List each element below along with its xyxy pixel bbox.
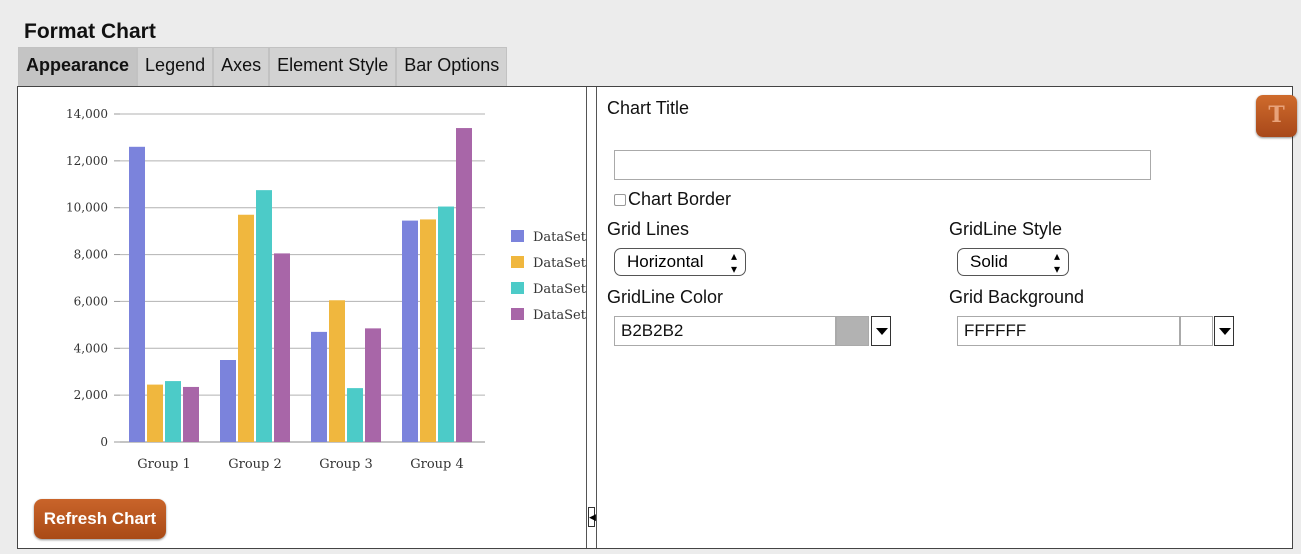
legend-swatch <box>511 282 524 294</box>
grid-background-input[interactable] <box>957 316 1180 346</box>
bar <box>256 190 272 442</box>
grid-background-dropdown-button[interactable] <box>1214 316 1234 346</box>
bar <box>147 384 163 442</box>
x-tick-label: Group 2 <box>228 457 282 472</box>
legend-label: DataSet <box>533 282 586 297</box>
y-tick-label: 2,000 <box>74 388 108 402</box>
bar <box>365 328 381 442</box>
tab-appearance[interactable]: Appearance <box>18 47 138 86</box>
gridline-style-select[interactable]: Solid ▴ ▾ <box>957 248 1069 276</box>
legend-swatch <box>511 256 524 268</box>
appearance-settings-pane: Chart Title T Chart Border Grid Lines Ho… <box>597 87 1297 548</box>
refresh-chart-button[interactable]: Refresh Chart <box>34 499 166 539</box>
grid-lines-select[interactable]: Horizontal ▴ ▾ <box>614 248 746 276</box>
bar <box>420 219 436 442</box>
y-tick-label: 8,000 <box>74 248 108 262</box>
tab-legend[interactable]: Legend <box>137 47 214 86</box>
dialog-title: Format Chart <box>24 20 156 43</box>
tab-bar: Appearance Legend Axes Element Style Bar… <box>18 47 508 86</box>
bar <box>238 214 254 442</box>
bar <box>456 128 472 443</box>
bar <box>438 206 454 442</box>
gridline-color-dropdown-button[interactable] <box>871 316 891 346</box>
bar <box>129 146 145 443</box>
select-arrows-icon: ▴ ▾ <box>730 249 737 276</box>
pane-splitter[interactable]: ◀ <box>587 87 597 548</box>
y-tick-label: 12,000 <box>66 154 108 168</box>
tab-bar-options[interactable]: Bar Options <box>396 47 508 86</box>
x-tick-label: Group 4 <box>410 457 464 472</box>
legend-swatch <box>511 230 524 242</box>
chart-title-input[interactable] <box>614 150 1151 180</box>
x-tick-label: Group 3 <box>319 457 373 472</box>
y-tick-label: 10,000 <box>66 201 108 215</box>
bar <box>402 220 418 442</box>
legend-label: DataSet <box>533 308 586 323</box>
title-format-button[interactable]: T <box>1256 95 1297 137</box>
grid-background-label: Grid Background <box>949 287 1085 307</box>
gridline-style-label: GridLine Style <box>949 219 1063 239</box>
bar <box>220 360 236 442</box>
legend-label: DataSet <box>533 230 586 245</box>
collapse-arrow-icon[interactable]: ◀ <box>588 507 596 527</box>
bar-chart: 0 2,000 4,000 6,000 8,000 10,000 12,000 14,000 G… <box>66 107 586 472</box>
bar <box>311 331 327 442</box>
chart-border-option: Chart Border <box>614 189 731 210</box>
chart-border-label: Chart Border <box>628 189 732 209</box>
grid-lines-label: Grid Lines <box>607 219 690 239</box>
gridline-style-value: Solid <box>970 252 1008 271</box>
bar <box>274 253 290 442</box>
y-tick-label: 0 <box>100 435 108 449</box>
tab-element-style[interactable]: Element Style <box>269 47 397 86</box>
x-tick-label: Group 1 <box>137 457 191 472</box>
legend-label: DataSet <box>533 256 586 271</box>
gridline-color-input[interactable] <box>614 316 836 346</box>
grid-lines-value: Horizontal <box>627 252 704 271</box>
gridline-color-swatch <box>836 316 869 346</box>
select-arrows-icon: ▴ ▾ <box>1053 249 1060 276</box>
chart-preview-pane: 0 2,000 4,000 6,000 8,000 10,000 12,000 14,000 G… <box>18 87 587 548</box>
gridline-color-label: GridLine Color <box>607 287 724 307</box>
tab-axes[interactable]: Axes <box>213 47 270 86</box>
y-tick-label: 14,000 <box>66 107 108 121</box>
bar <box>183 386 199 442</box>
bar <box>347 388 363 442</box>
format-panel: 0 2,000 4,000 6,000 8,000 10,000 12,000 14,000 G… <box>17 86 1297 549</box>
bar <box>329 300 345 442</box>
grid-background-swatch <box>1180 316 1213 346</box>
bar <box>165 381 181 442</box>
chart-title-label: Chart Title <box>607 98 690 118</box>
y-tick-label: 4,000 <box>74 341 108 355</box>
legend-swatch <box>511 308 524 320</box>
y-tick-label: 6,000 <box>74 294 108 308</box>
chart-border-checkbox[interactable] <box>614 193 626 206</box>
